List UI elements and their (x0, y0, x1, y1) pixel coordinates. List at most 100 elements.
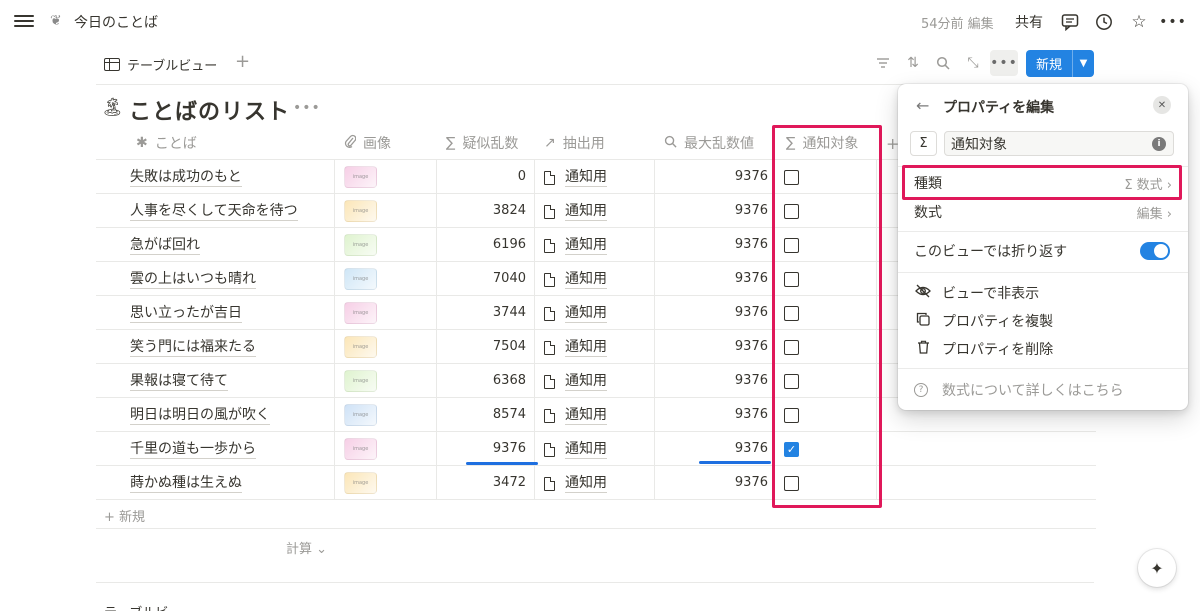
relation-cell[interactable]: 通知用 (544, 270, 607, 289)
notify-checkbox[interactable] (784, 204, 799, 219)
relation-label: 通知用 (565, 373, 607, 391)
pseudo-random-cell: 3744 (492, 305, 526, 320)
notify-checkbox[interactable] (784, 306, 799, 321)
notify-checkbox[interactable]: ✓ (784, 442, 799, 457)
duplicate-icon (914, 312, 932, 330)
back-arrow-icon[interactable]: ← (916, 96, 929, 115)
property-name-input[interactable]: 通知対象 i (944, 131, 1174, 156)
add-row-button[interactable]: + 新規 (104, 506, 145, 525)
table-row[interactable]: 千里の道も一歩から image 9376 通知用 9376 ✓ (96, 432, 1096, 466)
relation-cell[interactable]: 通知用 (544, 236, 607, 255)
share-button[interactable]: 共有 (1015, 12, 1043, 32)
kotoba-cell[interactable]: 雲の上はいつも晴れ (130, 270, 256, 289)
relation-cell[interactable]: 通知用 (544, 474, 607, 493)
pseudo-random-cell: 8574 (492, 407, 526, 422)
relation-cell[interactable]: 通知用 (544, 372, 607, 391)
image-thumbnail[interactable]: image (344, 302, 377, 324)
relation-cell[interactable]: 通知用 (544, 304, 607, 323)
kotoba-cell[interactable]: 蒔かぬ種は生えぬ (130, 474, 242, 493)
star-icon[interactable]: ☆ (1129, 12, 1149, 32)
property-icon-button[interactable]: Σ (910, 131, 937, 156)
column-header-notify-target[interactable]: ∑ 通知対象 (786, 126, 858, 160)
formula-item[interactable]: 数式 編集 › (914, 201, 1172, 223)
chevron-down-icon[interactable]: ▼ (1073, 58, 1094, 69)
new-button-label: 新規 (1035, 58, 1062, 73)
next-view-label[interactable]: テーブルビ (104, 602, 168, 611)
notify-checkbox[interactable] (784, 238, 799, 253)
sort-icon[interactable]: ⇅ (904, 54, 922, 72)
max-random-cell: 9376 (734, 271, 768, 286)
image-thumbnail[interactable]: image (344, 404, 377, 426)
edit-property-panel: ← プロパティを編集 ✕ Σ 通知対象 i 種類 Σ 数式 › 数式 編集 › … (898, 84, 1188, 410)
notify-checkbox[interactable] (784, 408, 799, 423)
ai-sparkle-icon[interactable]: ✦ (1138, 549, 1176, 587)
relation-cell[interactable]: 通知用 (544, 440, 607, 459)
highlight-underline (466, 462, 538, 465)
kotoba-cell[interactable]: 果報は寝て待て (130, 372, 228, 391)
image-thumbnail[interactable]: image (344, 166, 377, 188)
calculate-button[interactable]: 計算 ⌄ (286, 538, 327, 557)
page-title[interactable]: 今日のことば (74, 12, 158, 32)
image-thumbnail[interactable]: image (344, 234, 377, 256)
image-thumbnail[interactable]: image (344, 438, 377, 460)
history-clock-icon[interactable] (1094, 12, 1114, 32)
column-header-extract[interactable]: ↗ 抽出用 (544, 126, 605, 160)
kotoba-cell[interactable]: 思い立ったが吉日 (130, 304, 242, 323)
notify-checkbox[interactable] (784, 272, 799, 287)
property-type-item[interactable]: 種類 Σ 数式 › (914, 172, 1172, 194)
relation-cell[interactable]: 通知用 (544, 406, 607, 425)
database-title[interactable]: ことばのリスト (129, 94, 290, 126)
notify-checkbox[interactable] (784, 170, 799, 185)
column-header-kotoba[interactable]: ✱ ことば (136, 126, 197, 160)
comment-icon[interactable] (1060, 12, 1080, 32)
kotoba-cell[interactable]: 笑う門には福来たる (130, 338, 256, 357)
database-more-icon[interactable]: ••• (293, 100, 321, 116)
notify-checkbox[interactable] (784, 476, 799, 491)
column-header-image[interactable]: 画像 (344, 126, 391, 160)
more-options-button[interactable]: ••• (990, 50, 1018, 76)
image-thumbnail[interactable]: image (344, 268, 377, 290)
max-random-cell: 9376 (734, 339, 768, 354)
image-thumbnail[interactable]: image (344, 472, 377, 494)
info-icon[interactable]: i (1152, 137, 1166, 151)
tab-table-view[interactable]: テーブルビュー (104, 54, 217, 74)
column-header-pseudo-random[interactable]: ∑ 疑似乱数 (446, 126, 518, 160)
table-icon (104, 57, 120, 71)
expand-icon[interactable]: ⤡ (964, 54, 982, 72)
wrap-in-view-item[interactable]: このビューでは折り返す (914, 240, 1172, 262)
filter-icon[interactable] (874, 54, 892, 72)
notify-checkbox[interactable] (784, 374, 799, 389)
relation-cell[interactable]: 通知用 (544, 168, 607, 187)
notify-checkbox[interactable] (784, 340, 799, 355)
relation-cell[interactable]: 通知用 (544, 202, 607, 221)
image-thumbnail[interactable]: image (344, 370, 377, 392)
duplicate-property-item[interactable]: プロパティを複製 (914, 310, 1172, 332)
kotoba-cell[interactable]: 明日は明日の風が吹く (130, 406, 270, 425)
kotoba-cell[interactable]: 急がば回れ (130, 236, 200, 255)
max-random-cell: 9376 (734, 237, 768, 252)
column-header-max-random[interactable]: 最大乱数値 (664, 126, 754, 160)
pseudo-random-cell: 7504 (492, 339, 526, 354)
max-random-cell: 9376 (734, 475, 768, 490)
image-thumbnail[interactable]: image (344, 336, 377, 358)
formula-help-link[interactable]: ? 数式について詳しくはこちら (914, 380, 1124, 400)
database-emoji-icon[interactable]: 🏝 (101, 97, 124, 118)
kotoba-cell[interactable]: 人事を尽くして天命を待つ (130, 202, 298, 221)
new-button[interactable]: 新規 ▼ (1026, 50, 1094, 77)
relation-label: 通知用 (565, 237, 607, 255)
delete-property-item[interactable]: プロパティを削除 (914, 338, 1172, 360)
more-dots-icon[interactable]: ••• (1159, 12, 1186, 32)
add-view-button[interactable]: + (235, 51, 250, 72)
search-icon[interactable] (934, 54, 952, 72)
pseudo-random-cell: 7040 (492, 271, 526, 286)
relation-arrow-icon: ↗ (544, 135, 556, 151)
menu-icon[interactable] (14, 12, 34, 30)
kotoba-cell[interactable]: 失敗は成功のもと (130, 168, 242, 187)
table-row[interactable]: 蒔かぬ種は生えぬ image 3472 通知用 9376 (96, 466, 1096, 500)
kotoba-cell[interactable]: 千里の道も一歩から (130, 440, 256, 459)
hide-in-view-item[interactable]: ビューで非表示 (914, 282, 1172, 304)
image-thumbnail[interactable]: image (344, 200, 377, 222)
relation-cell[interactable]: 通知用 (544, 338, 607, 357)
wrap-toggle[interactable] (1140, 242, 1170, 260)
close-icon[interactable]: ✕ (1153, 96, 1171, 114)
